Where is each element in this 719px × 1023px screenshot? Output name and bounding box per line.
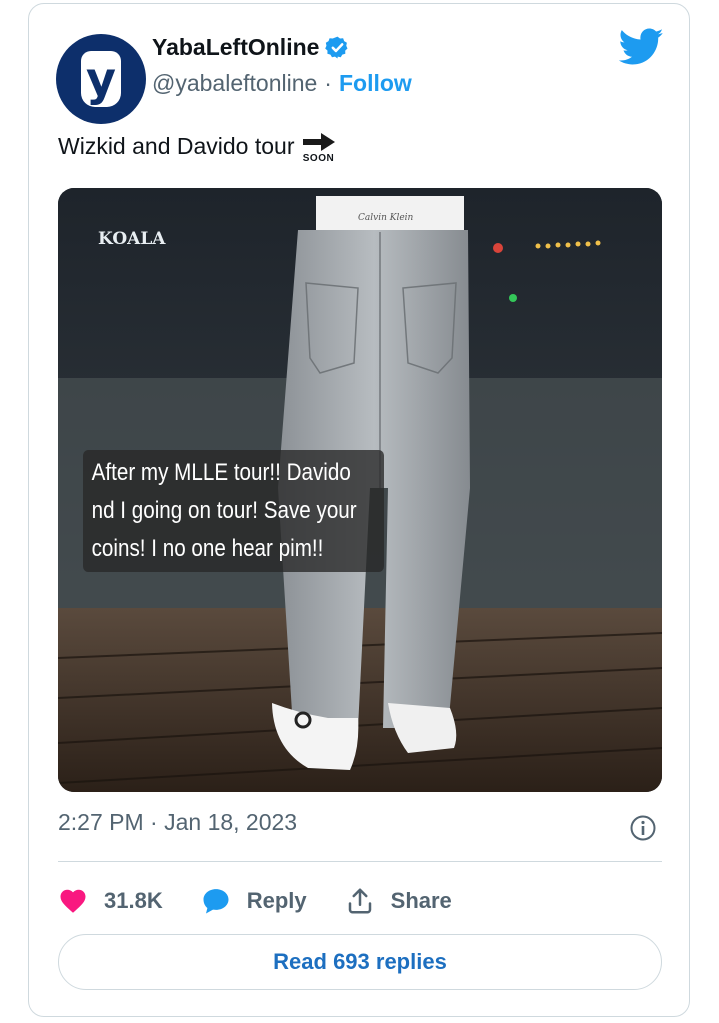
like-button[interactable]: 31.8K (58, 886, 163, 916)
waistband-text: Calvin Klein (358, 213, 414, 223)
info-icon[interactable] (629, 814, 657, 842)
handle-separator: · (324, 70, 332, 96)
koala-sign: KOALA (98, 229, 166, 249)
verified-badge-icon (325, 36, 348, 59)
likes-count: 31.8K (104, 888, 163, 913)
tweet-media-image[interactable]: KOALA Calvin Klein After my MLLE tour!! … (58, 188, 662, 792)
soon-label: SOON (302, 153, 335, 164)
media-overlay-caption: After my MLLE tour!! Davido nd I going o… (83, 450, 384, 572)
author-handle[interactable]: @yabaleftonline (152, 70, 317, 97)
soon-emoji: SOON (302, 133, 335, 164)
share-label: Share (390, 888, 452, 913)
twitter-bird-icon[interactable] (619, 28, 664, 66)
divider (58, 861, 662, 862)
tweet-card: y YabaLeftOnline @yabaleftonline · Follo… (28, 3, 690, 1017)
read-replies-button[interactable]: Read 693 replies (58, 934, 662, 990)
tweet-text-row: Wizkid and Davido tour SOON (58, 133, 335, 164)
avatar-letter: y (81, 51, 121, 107)
tweet-timestamp[interactable]: 2:27 PM · Jan 18, 2023 (58, 809, 297, 836)
share-button[interactable]: Share (345, 886, 452, 916)
avatar[interactable]: y (56, 34, 146, 124)
tweet-actions: 31.8K Reply Share (58, 878, 490, 924)
reply-label: Reply (246, 888, 307, 913)
share-icon (348, 888, 371, 914)
tweet-text: Wizkid and Davido tour (58, 133, 295, 159)
reply-bubble-icon (203, 889, 229, 914)
reply-button[interactable]: Reply (201, 886, 307, 916)
author-handle-row: @yabaleftonline · Follow (152, 70, 412, 97)
soon-arrow-icon (302, 133, 335, 151)
author-name-row: YabaLeftOnline (152, 34, 350, 61)
author-display-name[interactable]: YabaLeftOnline (152, 34, 319, 61)
heart-icon (60, 889, 86, 913)
follow-link[interactable]: Follow (339, 70, 412, 97)
